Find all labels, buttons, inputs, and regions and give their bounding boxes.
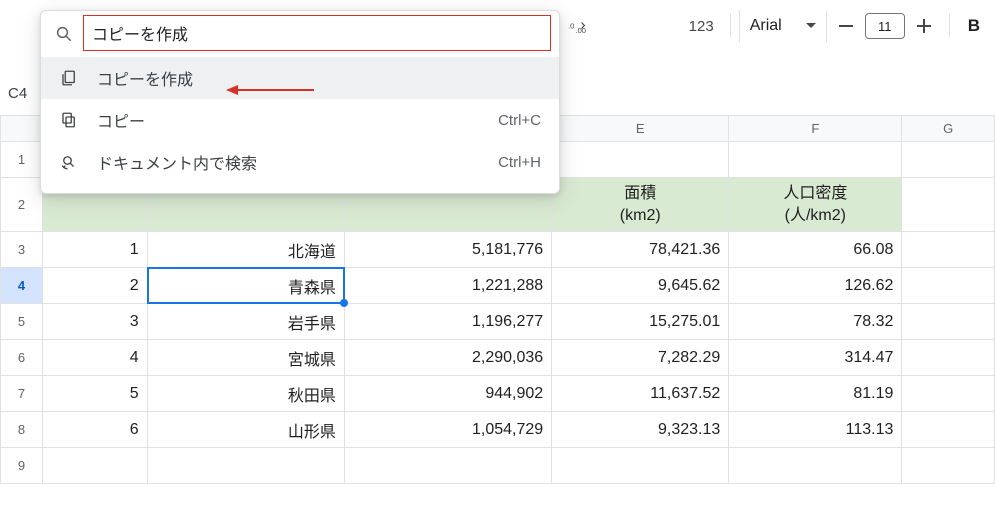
cell[interactable] [552, 448, 729, 484]
cell[interactable]: 81.19 [729, 376, 902, 412]
menu-item-label: コピーを作成 [97, 66, 193, 90]
cell[interactable]: 314.47 [729, 340, 902, 376]
svg-text:.0: .0 [568, 22, 574, 31]
find-replace-icon [59, 153, 79, 171]
col-header-f[interactable]: F [729, 116, 902, 142]
cell[interactable]: 5,181,776 [344, 232, 551, 268]
cell[interactable]: 11,637.52 [552, 376, 729, 412]
cell[interactable]: 9,645.62 [552, 268, 729, 304]
cell[interactable]: 66.08 [729, 232, 902, 268]
search-icon [55, 25, 73, 46]
row-header[interactable]: 5 [1, 304, 43, 340]
cell[interactable] [902, 232, 995, 268]
svg-text:.00: .00 [576, 26, 586, 35]
cell-value: 青森県 [288, 280, 336, 297]
header-area[interactable]: 面積(km2) [552, 178, 729, 232]
cell[interactable] [902, 412, 995, 448]
cell[interactable]: 15,275.01 [552, 304, 729, 340]
decrease-font-button[interactable] [829, 11, 863, 41]
cell[interactable]: 4 [43, 340, 148, 376]
cell[interactable] [902, 142, 995, 178]
cell[interactable]: 2 [43, 268, 148, 304]
cell[interactable] [902, 304, 995, 340]
cell[interactable] [729, 142, 902, 178]
increase-font-button[interactable] [907, 11, 941, 41]
header-density[interactable]: 人口密度(人/km2) [729, 178, 902, 232]
menu-item-find-replace[interactable]: ドキュメント内で検索 Ctrl+H [41, 141, 559, 183]
cell[interactable] [902, 268, 995, 304]
cell[interactable] [902, 178, 995, 232]
cell-reference-label: C4 [8, 85, 27, 102]
cell[interactable]: 1,196,277 [344, 304, 551, 340]
cell[interactable] [729, 448, 902, 484]
cell[interactable]: 北海道 [147, 232, 344, 268]
cell[interactable]: 宮城県 [147, 340, 344, 376]
menu-item-label: ドキュメント内で検索 [97, 150, 257, 174]
cell[interactable]: 5 [43, 376, 148, 412]
decrease-decimal-icon[interactable]: .0.00 [568, 18, 586, 36]
cell[interactable]: 2,290,036 [344, 340, 551, 376]
row-header[interactable]: 1 [1, 142, 43, 178]
menu-search-input[interactable] [92, 24, 542, 42]
cell[interactable]: 944,902 [344, 376, 551, 412]
chevron-down-icon [806, 23, 816, 29]
cell[interactable] [902, 448, 995, 484]
menu-shortcut: Ctrl+H [498, 154, 541, 171]
copy-icon [59, 111, 79, 129]
font-name-label: Arial [750, 17, 782, 35]
cell[interactable] [902, 340, 995, 376]
row-header[interactable]: 7 [1, 376, 43, 412]
row-header[interactable]: 3 [1, 232, 43, 268]
row-header[interactable]: 8 [1, 412, 43, 448]
row-header[interactable]: 4 [1, 268, 43, 304]
cell[interactable] [344, 448, 551, 484]
bold-button[interactable]: B [958, 11, 990, 41]
cell[interactable] [552, 142, 729, 178]
cell[interactable]: 秋田県 [147, 376, 344, 412]
header-unit: (人/km2) [785, 205, 846, 227]
cell[interactable] [147, 448, 344, 484]
menu-item-copy[interactable]: コピー Ctrl+C [41, 99, 559, 141]
cell[interactable] [902, 376, 995, 412]
header-label: 人口密度 [783, 183, 847, 205]
cell[interactable]: 1,221,288 [344, 268, 551, 304]
menu-item-label: コピー [97, 108, 145, 132]
fill-handle[interactable] [340, 299, 348, 307]
header-unit: (km2) [620, 205, 661, 227]
cell[interactable]: 3 [43, 304, 148, 340]
cell[interactable]: 1 [43, 232, 148, 268]
menu-shortcut: Ctrl+C [498, 112, 541, 129]
active-cell[interactable]: 青森県 [147, 268, 344, 304]
cell[interactable]: 78,421.36 [552, 232, 729, 268]
font-family-selector[interactable]: Arial [739, 10, 827, 42]
col-header-e[interactable]: E [552, 116, 729, 142]
cell[interactable]: 126.62 [729, 268, 902, 304]
menu-search-popup: コピーを作成 コピー Ctrl+C ドキュメント内で検索 Ctrl+H [40, 10, 560, 194]
col-header-g[interactable]: G [902, 116, 995, 142]
cell[interactable]: 113.13 [729, 412, 902, 448]
select-all-corner[interactable] [1, 116, 43, 142]
menu-item-make-copy[interactable]: コピーを作成 [41, 57, 559, 99]
cell[interactable]: 山形県 [147, 412, 344, 448]
copy-file-icon [59, 69, 79, 87]
cell[interactable]: 78.32 [729, 304, 902, 340]
menu-search-field[interactable] [83, 15, 551, 51]
cell[interactable]: 6 [43, 412, 148, 448]
name-box[interactable]: C4 [8, 80, 38, 106]
cell[interactable]: 岩手県 [147, 304, 344, 340]
header-label: 面積 [624, 183, 656, 205]
cell[interactable]: 7,282.29 [552, 340, 729, 376]
row-header[interactable]: 9 [1, 448, 43, 484]
row-header[interactable]: 2 [1, 178, 43, 232]
cell[interactable] [43, 448, 148, 484]
cell[interactable]: 9,323.13 [552, 412, 729, 448]
font-size-input[interactable]: 11 [865, 13, 905, 39]
row-header[interactable]: 6 [1, 340, 43, 376]
cell[interactable]: 1,054,729 [344, 412, 551, 448]
number-format-123[interactable]: 123 [681, 18, 722, 35]
